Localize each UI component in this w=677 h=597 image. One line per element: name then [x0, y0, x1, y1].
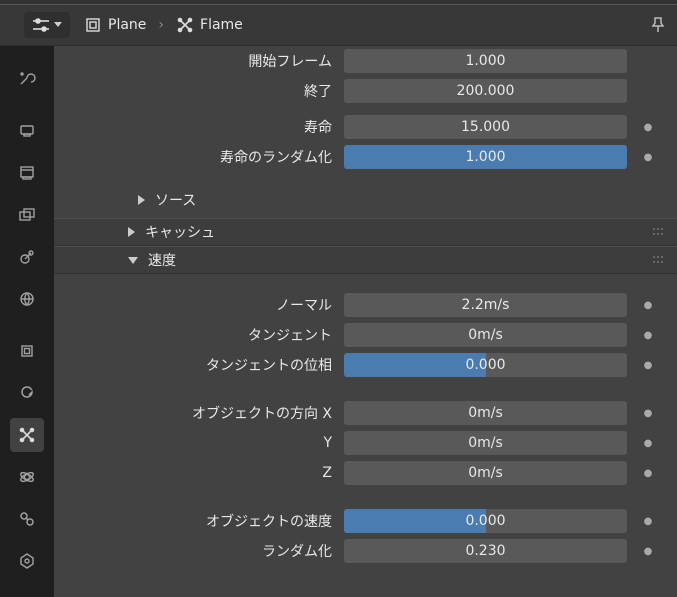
chevron-down-icon — [54, 22, 62, 28]
lifetime-random-field[interactable]: 1.000 — [344, 145, 627, 169]
tangent-phase-anim-dot[interactable]: ● — [627, 360, 669, 371]
obj-align-z-anim-dot[interactable]: ● — [627, 468, 669, 479]
obj-align-z-field[interactable]: 0m/s — [344, 461, 627, 485]
lifetime-anim-dot[interactable]: ● — [627, 122, 669, 133]
plane-icon — [84, 16, 102, 34]
pin-icon — [649, 16, 667, 34]
obj-align-z-label: Z — [54, 465, 344, 481]
breadcrumb-particles[interactable]: Flame — [176, 16, 243, 34]
frame-start-label: 開始フレーム — [54, 51, 344, 71]
properties-tabs — [0, 46, 54, 597]
obj-align-x-label: オブジェクトの方向 X — [54, 403, 344, 423]
lifetime-field[interactable]: 15.000 — [344, 115, 627, 139]
tangent-phase-label: タンジェントの位相 — [54, 355, 344, 375]
obj-velocity-label: オブジェクトの速度 — [54, 511, 344, 531]
tab-constraint[interactable] — [10, 502, 44, 536]
normal-anim-dot[interactable]: ● — [627, 300, 669, 311]
frame-end-label: 終了 — [54, 81, 344, 101]
breadcrumb-separator: › — [158, 17, 164, 33]
obj-align-x-field[interactable]: 0m/s — [344, 401, 627, 425]
lifetime-random-label: 寿命のランダム化 — [54, 147, 344, 167]
tab-object[interactable] — [10, 334, 44, 368]
normal-field[interactable]: 2.2m/s — [344, 293, 627, 317]
tangent-label: タンジェント — [54, 325, 344, 345]
particles-icon — [176, 16, 194, 34]
disclosure-right-icon — [138, 195, 145, 205]
lifetime-random-anim-dot[interactable]: ● — [627, 152, 669, 163]
obj-velocity-anim-dot[interactable]: ● — [627, 516, 669, 527]
panel-velocity-label: 速度 — [148, 250, 176, 270]
panel-source-label: ソース — [155, 190, 196, 210]
tab-modifier[interactable] — [10, 376, 44, 410]
pin-button[interactable] — [649, 16, 667, 34]
tab-world[interactable] — [10, 282, 44, 316]
panel-velocity[interactable]: 速度 — [54, 246, 677, 274]
obj-align-y-anim-dot[interactable]: ● — [627, 438, 669, 449]
tangent-phase-field[interactable]: 0.000 — [344, 353, 627, 377]
tab-scene[interactable] — [10, 240, 44, 274]
breadcrumb: Plane › Flame — [84, 16, 243, 34]
breadcrumb-object-label: Plane — [108, 17, 146, 33]
frame-start-field[interactable]: 1.000 — [344, 49, 627, 73]
tangent-field[interactable]: 0m/s — [344, 323, 627, 347]
frame-end-field[interactable]: 200.000 — [344, 79, 627, 103]
panel-cache[interactable]: キャッシュ — [54, 218, 677, 246]
breadcrumb-object[interactable]: Plane — [84, 16, 146, 34]
tab-physics[interactable] — [10, 460, 44, 494]
breadcrumb-particles-label: Flame — [200, 17, 243, 33]
obj-align-y-label: Y — [54, 435, 344, 451]
obj-align-y-field[interactable]: 0m/s — [344, 431, 627, 455]
disclosure-down-icon — [128, 257, 138, 264]
tab-viewlayer[interactable] — [10, 198, 44, 232]
drag-handle-icon[interactable] — [653, 228, 665, 236]
obj-align-x-anim-dot[interactable]: ● — [627, 408, 669, 419]
drag-handle-icon[interactable] — [653, 256, 665, 264]
obj-velocity-field[interactable]: 0.000 — [344, 509, 627, 533]
tab-render[interactable] — [10, 114, 44, 148]
sliders-icon — [32, 18, 50, 32]
random-anim-dot[interactable]: ● — [627, 546, 669, 557]
panel-cache-label: キャッシュ — [145, 222, 215, 242]
panel-source[interactable]: ソース — [54, 186, 677, 214]
tab-particles[interactable] — [10, 418, 44, 452]
random-label: ランダム化 — [54, 541, 344, 561]
lifetime-label: 寿命 — [54, 117, 344, 137]
disclosure-right-icon — [128, 227, 135, 237]
tab-data[interactable] — [10, 544, 44, 578]
normal-label: ノーマル — [54, 295, 344, 315]
editor-type-dropdown[interactable] — [24, 12, 70, 38]
tangent-anim-dot[interactable]: ● — [627, 330, 669, 341]
tab-tool[interactable] — [10, 62, 44, 96]
random-field[interactable]: 0.230 — [344, 539, 627, 563]
tab-output[interactable] — [10, 156, 44, 190]
